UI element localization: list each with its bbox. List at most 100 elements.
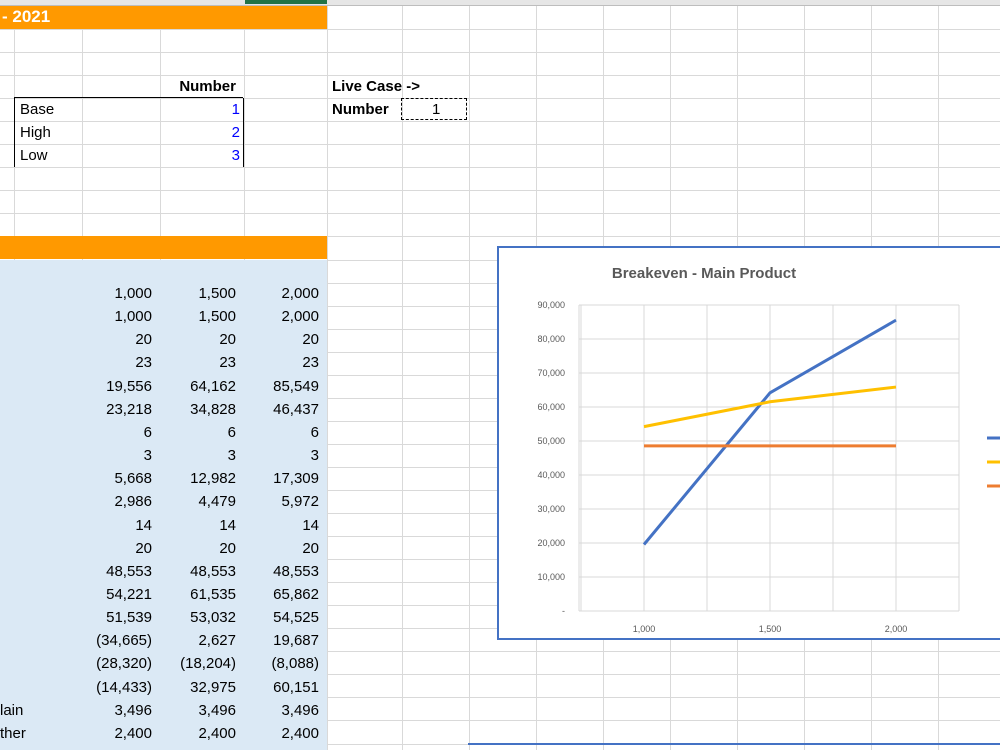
scenario-value-high[interactable]: 2	[160, 121, 240, 144]
cell-col2[interactable]: 3	[160, 444, 236, 467]
cell-col3[interactable]: 17,309	[244, 467, 319, 490]
scenario-label-low[interactable]: Low	[20, 144, 48, 167]
x-tick-label: 1,000	[633, 624, 656, 634]
cell-col1[interactable]: 23,218	[82, 398, 152, 421]
row-label[interactable]: ther	[0, 722, 26, 745]
cell-col3[interactable]: 19,687	[244, 629, 319, 652]
selected-column-indicator	[245, 0, 327, 4]
cell-col1[interactable]: 19,556	[82, 375, 152, 398]
cell-col2[interactable]: 61,535	[160, 583, 236, 606]
cell-col3[interactable]: (8,088)	[244, 652, 319, 675]
y-tick-label: 60,000	[537, 402, 565, 412]
cell-col2[interactable]: 23	[160, 351, 236, 374]
section-band	[0, 236, 327, 259]
cell-col1[interactable]: 20	[82, 537, 152, 560]
grid-row-line	[0, 121, 1000, 122]
cell-col2[interactable]: 1,500	[160, 305, 236, 328]
cell-col1[interactable]: 54,221	[82, 583, 152, 606]
cell-col2[interactable]: 1,500	[160, 282, 236, 305]
cell-col3[interactable]: 2,000	[244, 282, 319, 305]
cell-col3[interactable]: 46,437	[244, 398, 319, 421]
scenario-label-base[interactable]: Base	[20, 98, 54, 121]
grid-row-line	[0, 75, 1000, 76]
grid-row-line	[0, 144, 1000, 145]
grid-row-line	[0, 190, 1000, 191]
row-label[interactable]: lain	[0, 699, 23, 722]
cell-col3[interactable]: 3,496	[244, 699, 319, 722]
cell-col2[interactable]: 64,162	[160, 375, 236, 398]
cell-col3[interactable]: 85,549	[244, 375, 319, 398]
y-tick-label: -	[562, 606, 565, 616]
grid-row-line	[0, 52, 1000, 53]
plot-grid	[578, 304, 960, 612]
cell-col1[interactable]: 14	[82, 514, 152, 537]
y-tick-label: 30,000	[537, 504, 565, 514]
cell-col2[interactable]: 53,032	[160, 606, 236, 629]
second-chart-edge[interactable]	[468, 743, 1000, 745]
grid-row-line	[0, 29, 1000, 30]
cell-col3[interactable]: 54,525	[244, 606, 319, 629]
cell-col2[interactable]: 4,479	[160, 490, 236, 513]
breakeven-chart[interactable]: Breakeven - Main Product - 10,000 20,000 30…	[497, 246, 1000, 640]
cell-col3[interactable]: 2,000	[244, 305, 319, 328]
chart-title: Breakeven - Main Product	[612, 265, 796, 282]
y-tick-labels: - 10,000 20,000 30,000 40,000 50,000 60,000 70,…	[537, 300, 565, 616]
cell-col1[interactable]: (28,320)	[82, 652, 152, 675]
band-title: - 2021	[2, 7, 51, 26]
y-tick-label: 80,000	[537, 334, 565, 344]
cell-col1[interactable]: (34,665)	[82, 629, 152, 652]
cell-col1[interactable]: 1,000	[82, 282, 152, 305]
cell-col1[interactable]: 23	[82, 351, 152, 374]
cell-col3[interactable]: 48,553	[244, 560, 319, 583]
cell-col1[interactable]: 48,553	[82, 560, 152, 583]
cell-col3[interactable]: 5,972	[244, 490, 319, 513]
scenario-value-base[interactable]: 1	[160, 98, 240, 121]
cell-col2[interactable]: 2,400	[160, 722, 236, 745]
cell-col3[interactable]: 2,400	[244, 722, 319, 745]
cell-col2[interactable]: 14	[160, 514, 236, 537]
cell-col2[interactable]: 48,553	[160, 560, 236, 583]
cell-col2[interactable]: (18,204)	[160, 652, 236, 675]
x-tick-label: 1,500	[759, 624, 782, 634]
cell-col3[interactable]: 65,862	[244, 583, 319, 606]
cell-col3[interactable]: 60,151	[244, 676, 319, 699]
live-case-label: Live Case ->	[332, 78, 420, 95]
live-case-number-label: Number	[332, 101, 389, 118]
cell-col1[interactable]: (14,433)	[82, 676, 152, 699]
cell-col2[interactable]: 6	[160, 421, 236, 444]
cell-col3[interactable]: 6	[244, 421, 319, 444]
cell-col1[interactable]: 6	[82, 421, 152, 444]
chart-legend	[987, 436, 1000, 488]
table-left-border	[14, 98, 15, 167]
cell-col2[interactable]: 20	[160, 328, 236, 351]
y-tick-label: 20,000	[537, 538, 565, 548]
live-case-number-cell[interactable]: 1	[401, 98, 467, 120]
grid-row-line	[0, 213, 1000, 214]
cell-col2[interactable]: 2,627	[160, 629, 236, 652]
title-band: - 2021	[0, 6, 327, 29]
x-tick-label: 2,000	[885, 624, 908, 634]
cell-col1[interactable]: 51,539	[82, 606, 152, 629]
cell-col1[interactable]: 3	[82, 444, 152, 467]
scenario-value-low[interactable]: 3	[160, 144, 240, 167]
chart-svg: Breakeven - Main Product - 10,000 20,000 30…	[537, 265, 1000, 634]
cell-col1[interactable]: 2,400	[82, 722, 152, 745]
cell-col1[interactable]: 2,986	[82, 490, 152, 513]
y-tick-label: 10,000	[537, 572, 565, 582]
cell-col2[interactable]: 32,975	[160, 676, 236, 699]
cell-col1[interactable]: 1,000	[82, 305, 152, 328]
cell-col1[interactable]: 5,668	[82, 467, 152, 490]
cell-col2[interactable]: 3,496	[160, 699, 236, 722]
cell-col2[interactable]: 34,828	[160, 398, 236, 421]
grid-row-line	[0, 98, 1000, 99]
cell-col3[interactable]: 23	[244, 351, 319, 374]
scenario-label-high[interactable]: High	[20, 121, 51, 144]
cell-col2[interactable]: 20	[160, 537, 236, 560]
cell-col3[interactable]: 20	[244, 537, 319, 560]
cell-col3[interactable]: 3	[244, 444, 319, 467]
cell-col3[interactable]: 20	[244, 328, 319, 351]
cell-col1[interactable]: 3,496	[82, 699, 152, 722]
cell-col1[interactable]: 20	[82, 328, 152, 351]
cell-col2[interactable]: 12,982	[160, 467, 236, 490]
cell-col3[interactable]: 14	[244, 514, 319, 537]
